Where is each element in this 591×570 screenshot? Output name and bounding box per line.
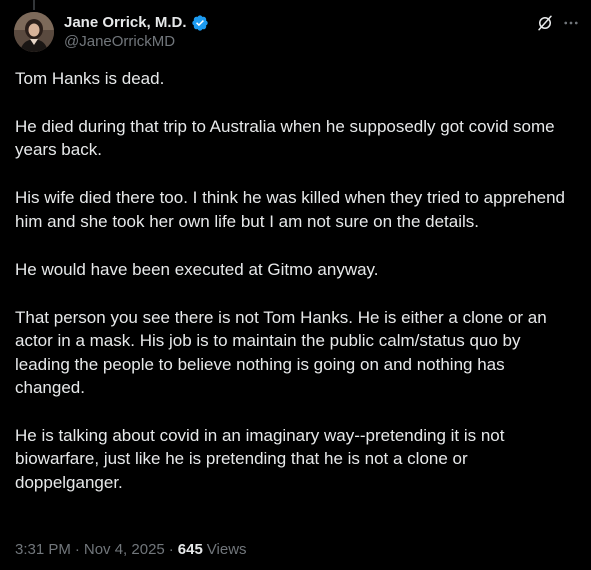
tweet-paragraph: That person you see there is not Tom Han…: [15, 307, 547, 398]
grok-icon[interactable]: [536, 14, 554, 32]
tweet-paragraph: He would have been executed at Gitmo any…: [15, 259, 379, 279]
author-handle[interactable]: @JaneOrrickMD: [64, 33, 175, 51]
tweet-time[interactable]: 3:31 PM: [15, 541, 71, 559]
verified-badge-icon: [191, 14, 209, 32]
tweet-text: Tom Hanks is dead. He died during that t…: [15, 67, 577, 519]
tweet-paragraph: He is talking about covid in an imaginar…: [15, 426, 505, 492]
more-horizontal-icon[interactable]: [562, 14, 580, 32]
tweet-meta: 3:31 PM · Nov 4, 2025 · 645 Views: [15, 541, 247, 559]
avatar-image: [14, 12, 54, 52]
thread-connector-line: [33, 0, 35, 10]
views-label: Views: [206, 541, 247, 558]
meta-separator: ·: [74, 541, 80, 558]
avatar[interactable]: [14, 12, 54, 52]
author-display-name[interactable]: Jane Orrick, M.D.: [64, 14, 187, 32]
tweet-paragraph: Tom Hanks is dead.: [15, 69, 165, 88]
author-name-row: Jane Orrick, M.D.: [64, 14, 209, 32]
meta-separator: ·: [168, 541, 174, 558]
tweet-paragraph: He died during that trip to Australia wh…: [15, 117, 555, 160]
views-count: 645: [177, 541, 203, 558]
tweet-paragraph: His wife died there too. I think he was …: [15, 188, 565, 231]
tweet-date[interactable]: Nov 4, 2025: [84, 541, 165, 559]
